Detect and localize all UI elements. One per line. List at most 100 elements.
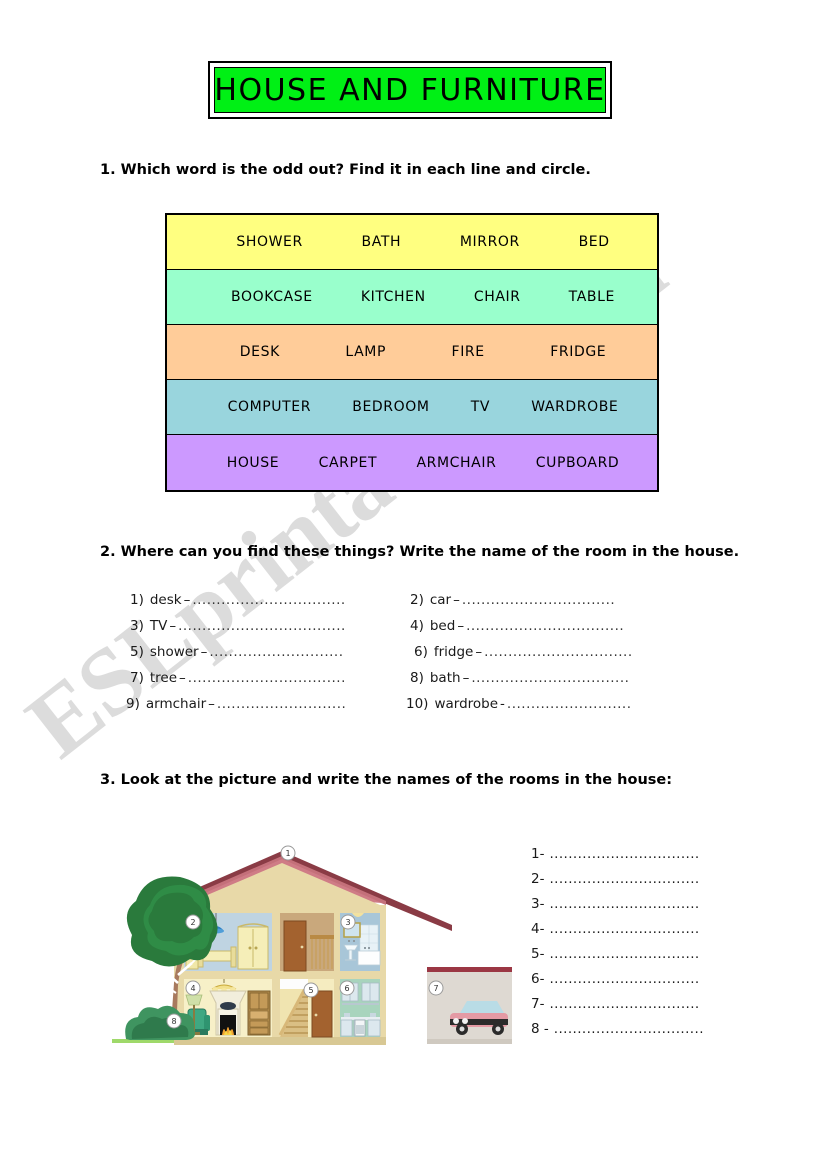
item-word: desk — [149, 592, 182, 608]
answer-number: 6- — [531, 971, 545, 987]
list-item[interactable]: 1) desk – ..............................… — [130, 592, 410, 608]
word-cell[interactable]: LAMP — [345, 344, 386, 360]
answer-blank[interactable]: ............................ — [209, 644, 343, 660]
answer-blank[interactable]: .......................... — [507, 696, 632, 712]
list-row: 3) TV – ................................… — [130, 618, 690, 644]
word-cell[interactable]: CARPET — [319, 455, 378, 471]
odd-one-out-table: SHOWER BATH MIRROR BED BOOKCASE KITCHEN … — [165, 213, 659, 492]
word-cell[interactable]: BED — [579, 234, 610, 250]
answer-blank[interactable]: ............................... — [484, 644, 633, 660]
answer-row[interactable]: 1- ................................ — [531, 846, 731, 871]
word-cell[interactable]: CUPBOARD — [536, 455, 619, 471]
word-cell[interactable]: TV — [471, 399, 490, 415]
answer-number: 4- — [531, 921, 545, 937]
answer-blank[interactable]: ................................... — [178, 618, 346, 634]
table-row: SHOWER BATH MIRROR BED — [167, 215, 657, 270]
answer-blank[interactable]: ................................ — [549, 946, 699, 962]
item-number: 2) — [410, 592, 424, 608]
answer-row[interactable]: 7- ................................ — [531, 996, 731, 1021]
marker-8: 8 — [171, 1017, 176, 1026]
list-item[interactable]: 3) TV – ................................… — [130, 618, 410, 634]
word-cell[interactable]: BATH — [362, 234, 402, 250]
marker-5: 5 — [308, 986, 313, 995]
answer-row[interactable]: 6- ................................ — [531, 971, 731, 996]
word-cell[interactable]: CHAIR — [474, 289, 521, 305]
item-dash: – — [208, 696, 215, 712]
item-number: 9) — [126, 696, 140, 712]
answer-blank[interactable]: ................................ — [549, 846, 699, 862]
list-item[interactable]: 8) bath – ..............................… — [410, 670, 690, 686]
item-word: wardrobe — [434, 696, 499, 712]
word-cell[interactable]: DESK — [240, 344, 280, 360]
list-item[interactable]: 5) shower – ............................ — [130, 644, 406, 660]
answer-number: 3- — [531, 896, 545, 912]
answer-row[interactable]: 2- ................................ — [531, 871, 731, 896]
word-cell[interactable]: SHOWER — [236, 234, 302, 250]
answer-number: 5- — [531, 946, 545, 962]
item-word: bath — [429, 670, 461, 686]
answer-blank[interactable]: ................................ — [462, 592, 615, 608]
word-cell[interactable]: HOUSE — [227, 455, 280, 471]
answer-row[interactable]: 5- ................................ — [531, 946, 731, 971]
answer-blank[interactable]: ................................ — [549, 996, 699, 1012]
list-item[interactable]: 4) bed – ...............................… — [410, 618, 690, 634]
item-dash: – — [457, 618, 465, 634]
item-word: bed — [429, 618, 456, 634]
list-item[interactable]: 2) car – ...............................… — [410, 592, 690, 608]
item-word: armchair — [145, 696, 207, 712]
word-cell[interactable]: MIRROR — [460, 234, 520, 250]
word-cell[interactable]: ARMCHAIR — [417, 455, 497, 471]
item-number: 1) — [130, 592, 144, 608]
item-number: 7) — [130, 670, 144, 686]
exercise1-instruction: 1. Which word is the odd out? Find it in… — [100, 162, 591, 178]
exercise2-instruction: 2. Where can you find these things? Writ… — [100, 544, 740, 560]
word-cell[interactable]: WARDROBE — [531, 399, 618, 415]
item-word: car — [429, 592, 452, 608]
answer-blank[interactable]: ................................ — [549, 921, 699, 937]
answer-blank[interactable]: ........................... — [217, 696, 346, 712]
answer-row[interactable]: 3- ................................ — [531, 896, 731, 921]
item-word: shower — [149, 644, 199, 660]
list-item[interactable]: 7) tree – ..............................… — [130, 670, 410, 686]
answer-row[interactable]: 4- ................................ — [531, 921, 731, 946]
word-cell[interactable]: COMPUTER — [228, 399, 312, 415]
answer-number: 7- — [531, 996, 545, 1012]
table-row: BOOKCASE KITCHEN CHAIR TABLE — [167, 270, 657, 325]
worksheet-title-inner: HOUSE AND FURNITURE — [214, 67, 606, 113]
answer-blank[interactable]: ................................. — [188, 670, 346, 686]
answer-row[interactable]: 8 - ................................ — [531, 1021, 731, 1046]
word-cell[interactable]: KITCHEN — [361, 289, 426, 305]
table-row: DESK LAMP FIRE FRIDGE — [167, 325, 657, 380]
answer-blank[interactable]: ................................ — [554, 1021, 704, 1037]
item-dash: – — [183, 592, 191, 608]
item-dash: – — [169, 618, 177, 634]
answer-blank[interactable]: ................................ — [549, 871, 699, 887]
answer-blank[interactable]: ................................. — [466, 618, 624, 634]
word-cell[interactable]: FRIDGE — [550, 344, 606, 360]
word-cell[interactable]: TABLE — [569, 289, 615, 305]
item-dash: – — [475, 644, 483, 660]
worksheet-title-box: HOUSE AND FURNITURE — [208, 61, 612, 119]
list-row: 9) armchair – ..........................… — [126, 696, 690, 722]
table-row: HOUSE CARPET ARMCHAIR CUPBOARD — [167, 435, 657, 490]
item-dash: - — [500, 696, 505, 712]
answer-blank[interactable]: ................................. — [471, 670, 629, 686]
page-title: HOUSE AND FURNITURE — [214, 72, 606, 108]
answer-number: 2- — [531, 871, 545, 887]
marker-2: 2 — [190, 918, 195, 927]
marker-7: 7 — [433, 984, 438, 993]
item-dash: – — [453, 592, 460, 608]
answer-number: 8 - — [531, 1021, 549, 1037]
list-item[interactable]: 6) fridge – ............................… — [406, 644, 690, 660]
list-item[interactable]: 10) wardrobe - .........................… — [406, 696, 686, 712]
item-number: 6) — [414, 644, 428, 660]
word-cell[interactable]: BOOKCASE — [231, 289, 313, 305]
answer-blank[interactable]: ................................ — [192, 592, 345, 608]
answer-blank[interactable]: ................................ — [549, 896, 699, 912]
list-item[interactable]: 9) armchair – ..........................… — [126, 696, 406, 712]
item-word: fridge — [433, 644, 474, 660]
word-cell[interactable]: BEDROOM — [352, 399, 429, 415]
list-row: 7) tree – ..............................… — [130, 670, 690, 696]
word-cell[interactable]: FIRE — [452, 344, 485, 360]
answer-blank[interactable]: ................................ — [549, 971, 699, 987]
